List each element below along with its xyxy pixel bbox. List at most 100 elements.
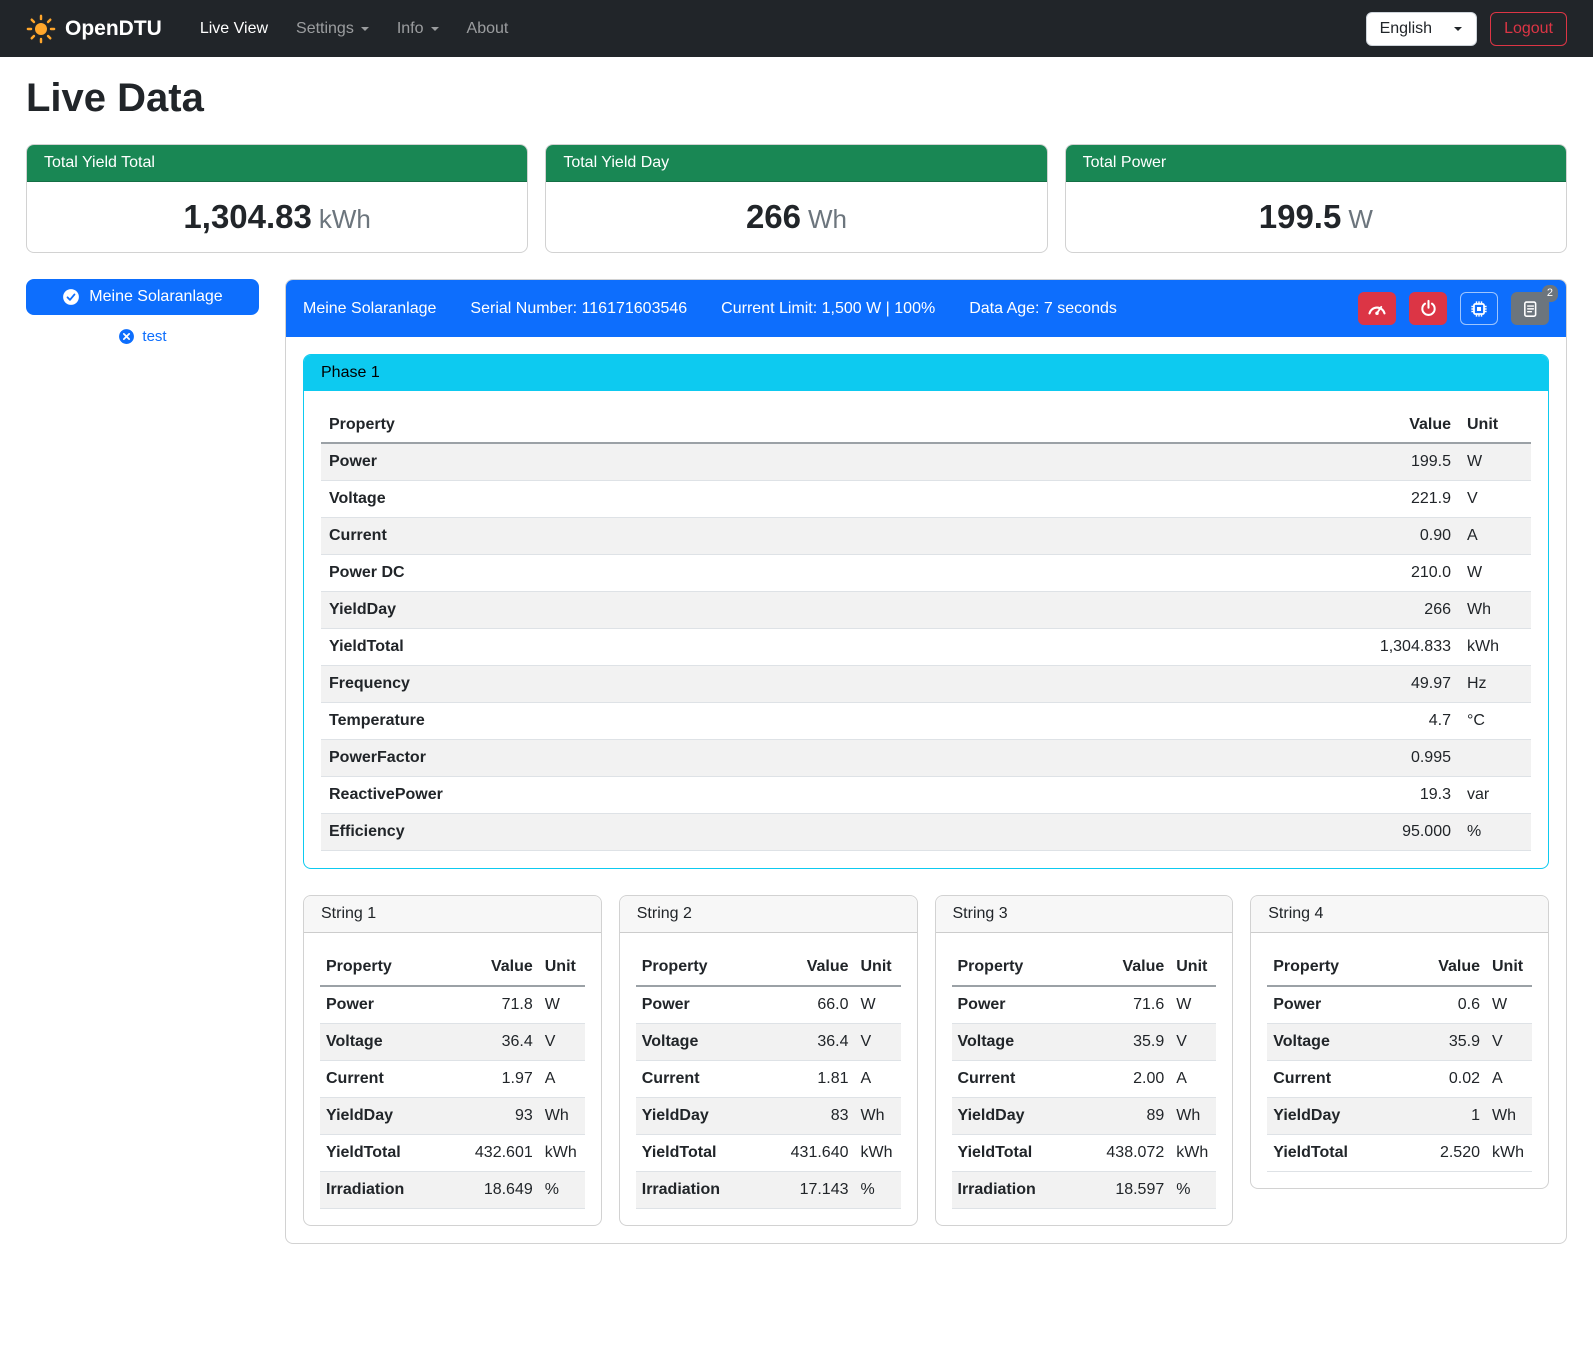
string-4-card: String 4 Property Value Unit <box>1250 895 1549 1189</box>
nav-about[interactable]: About <box>453 12 523 46</box>
table-row: Frequency49.97Hz <box>321 666 1531 703</box>
x-circle-icon <box>118 328 135 345</box>
inverter-card: Meine Solaranlage Serial Number: 1161716… <box>285 279 1567 1244</box>
property-cell: ReactivePower <box>321 777 1002 814</box>
brand-link[interactable]: OpenDTU <box>26 14 162 44</box>
table-row: Power71.6W <box>952 986 1217 1024</box>
inverter-item-test[interactable]: test <box>26 328 259 345</box>
total-yield-day-card: Total Yield Day 266Wh <box>545 144 1047 253</box>
phase-table-head: Property Value Unit <box>321 408 1531 443</box>
total-power-unit: W <box>1348 204 1373 234</box>
check-circle-icon <box>62 288 80 306</box>
header-unit: Unit <box>1170 949 1216 986</box>
string-3-card: String 3 Property Value Unit <box>935 895 1234 1226</box>
value-cell: 0.90 <box>1002 518 1459 555</box>
table-row: YieldDay93Wh <box>320 1098 585 1135</box>
table-row: PowerFactor0.995 <box>321 740 1531 777</box>
property-cell: Efficiency <box>321 814 1002 851</box>
string-table-head: Property Value Unit <box>320 949 585 986</box>
header-property: Property <box>321 408 1002 443</box>
value-cell: 36.4 <box>443 1024 538 1061</box>
card-body: 266Wh <box>546 182 1046 252</box>
value-cell: 18.649 <box>443 1172 538 1209</box>
table-row: Voltage36.4V <box>636 1024 901 1061</box>
property-cell: YieldTotal <box>320 1135 443 1172</box>
string-1-body: Property Value Unit Power71.8WVoltage36.… <box>304 933 601 1225</box>
value-cell: 66.0 <box>759 986 854 1024</box>
phase-body: Property Value Unit Power199.5WVoltage22… <box>304 391 1548 868</box>
value-cell: 1.81 <box>759 1061 854 1098</box>
nav-settings[interactable]: Settings <box>282 12 383 46</box>
unit-cell: Wh <box>1459 592 1531 629</box>
inverter-info-button[interactable] <box>1358 292 1396 325</box>
chevron-down-icon <box>361 27 369 31</box>
string-3-table-body: Power71.6WVoltage35.9VCurrent2.00AYieldD… <box>952 986 1217 1209</box>
string-2-title: String 2 <box>620 896 917 933</box>
property-cell: Power <box>1267 986 1402 1024</box>
card-body: 199.5W <box>1066 182 1566 252</box>
logout-button[interactable]: Logout <box>1490 12 1567 46</box>
brand-label: OpenDTU <box>65 17 162 41</box>
table-row: Voltage35.9V <box>1267 1024 1532 1061</box>
unit-cell: kWh <box>855 1135 901 1172</box>
chevron-down-icon <box>1454 27 1462 31</box>
language-select[interactable]: English <box>1366 12 1477 46</box>
unit-cell: Wh <box>1486 1098 1532 1135</box>
inverter-power-button[interactable] <box>1409 292 1447 325</box>
total-yield-total-value: 1,304.83 <box>183 198 311 235</box>
property-cell: Irradiation <box>952 1172 1075 1209</box>
unit-cell: kWh <box>539 1135 585 1172</box>
value-cell: 431.640 <box>759 1135 854 1172</box>
page-title: Live Data <box>26 76 1567 121</box>
header-value: Value <box>443 949 538 986</box>
string-2-table-body: Power66.0WVoltage36.4VCurrent1.81AYieldD… <box>636 986 901 1209</box>
unit-cell: V <box>1459 481 1531 518</box>
property-cell: Voltage <box>1267 1024 1402 1061</box>
unit-cell: °C <box>1459 703 1531 740</box>
header-property: Property <box>1267 949 1402 986</box>
inverter-eventlog-button[interactable]: 2 <box>1511 292 1549 325</box>
inverter-data-age: Data Age: 7 seconds <box>969 300 1117 318</box>
property-cell: Voltage <box>320 1024 443 1061</box>
page-container: Live Data Total Yield Total 1,304.83kWh … <box>0 76 1593 1274</box>
property-cell: Power <box>320 986 443 1024</box>
value-cell: 266 <box>1002 592 1459 629</box>
cpu-icon <box>1469 299 1489 319</box>
value-cell: 2.00 <box>1075 1061 1170 1098</box>
chevron-down-icon <box>431 27 439 31</box>
property-cell: Temperature <box>321 703 1002 740</box>
inverter-select-button[interactable]: Meine Solaranlage <box>26 279 259 315</box>
string-1-card: String 1 Property Value Unit <box>303 895 602 1226</box>
string-2-table: Property Value Unit Power66.0WVoltage36.… <box>636 949 901 1209</box>
property-cell: Current <box>320 1061 443 1098</box>
main-row: Meine Solaranlage test Meine Solaranlage… <box>26 279 1567 1244</box>
header-value: Value <box>1075 949 1170 986</box>
property-cell: Irradiation <box>636 1172 759 1209</box>
string-3-title: String 3 <box>936 896 1233 933</box>
unit-cell: W <box>1459 443 1531 481</box>
property-cell: YieldDay <box>321 592 1002 629</box>
inverter-card-body: Phase 1 Property Value Unit Power199.5WV… <box>286 337 1566 1243</box>
header-unit: Unit <box>539 949 585 986</box>
header-property: Property <box>320 949 443 986</box>
string-table-head: Property Value Unit <box>636 949 901 986</box>
gauge-icon <box>1367 299 1387 319</box>
string-1-table: Property Value Unit Power71.8WVoltage36.… <box>320 949 585 1209</box>
property-cell: Current <box>1267 1061 1402 1098</box>
value-cell: 36.4 <box>759 1024 854 1061</box>
nav-live-view[interactable]: Live View <box>186 12 282 46</box>
inverter-device-info-button[interactable] <box>1460 292 1498 325</box>
navbar-right: English Logout <box>1366 12 1567 46</box>
unit-cell: Wh <box>1170 1098 1216 1135</box>
value-cell: 438.072 <box>1075 1135 1170 1172</box>
nav-info[interactable]: Info <box>383 12 453 46</box>
value-cell: 71.6 <box>1075 986 1170 1024</box>
unit-cell: A <box>539 1061 585 1098</box>
header-unit: Unit <box>1459 408 1531 443</box>
phase-table-body: Power199.5WVoltage221.9VCurrent0.90APowe… <box>321 443 1531 851</box>
table-row: YieldTotal432.601kWh <box>320 1135 585 1172</box>
string-4-table: Property Value Unit Power0.6WVoltage35.9… <box>1267 949 1532 1172</box>
unit-cell: % <box>539 1172 585 1209</box>
inverter-card-header: Meine Solaranlage Serial Number: 1161716… <box>286 280 1566 337</box>
unit-cell: A <box>1459 518 1531 555</box>
